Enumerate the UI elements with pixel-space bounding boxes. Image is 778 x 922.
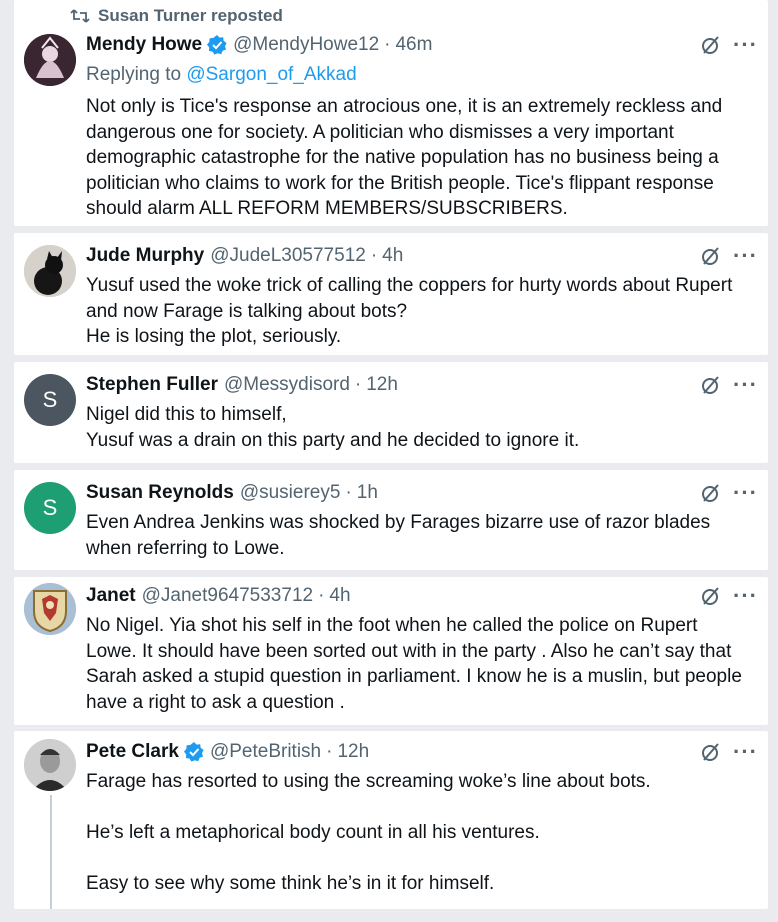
grok-icon[interactable] (701, 483, 721, 503)
repost-banner: Susan Turner reposted (70, 6, 283, 26)
post-time[interactable]: 12h (337, 741, 369, 763)
reply-to-link[interactable]: @Sargon_of_Akkad (186, 64, 356, 85)
more-options-button[interactable]: ··· (733, 245, 758, 267)
post-text: Nigel did this to himself, Yusuf was a d… (86, 404, 580, 451)
post-time[interactable]: 4h (382, 245, 403, 267)
avatar[interactable] (24, 34, 76, 86)
author-handle[interactable]: @MendyHowe12 (233, 34, 379, 56)
post-header: Stephen Fuller @Messydisord · 12h (86, 370, 398, 400)
more-options-button[interactable]: ··· (733, 374, 758, 396)
repost-icon (70, 9, 90, 23)
avatar[interactable] (24, 583, 76, 635)
post-text: Not only is Tice's response an atrocious… (86, 96, 723, 219)
reply-prefix: Replying to (86, 64, 187, 85)
post-card[interactable]: Janet @Janet9647533712 · 4h ··· No Nigel… (14, 577, 768, 725)
grok-icon[interactable] (701, 35, 721, 55)
more-options-button[interactable]: ··· (733, 585, 758, 607)
post-card[interactable]: S Susan Reynolds @susierey5 · 1h ··· Eve… (14, 470, 768, 570)
author-handle[interactable]: @JudeL30577512 (210, 245, 366, 267)
post-header: Jude Murphy @JudeL30577512 · 4h (86, 241, 403, 271)
verified-badge-icon (183, 742, 204, 762)
grok-icon[interactable] (701, 586, 721, 606)
post-actions: ··· (701, 478, 758, 508)
author-handle[interactable]: @susierey5 (240, 482, 341, 504)
separator-dot: · (370, 245, 378, 266)
post-header: Pete Clark @PeteBritish · 12h (86, 737, 369, 767)
author-name[interactable]: Jude Murphy (86, 245, 204, 267)
post-time[interactable]: 12h (366, 374, 398, 396)
more-options-button[interactable]: ··· (733, 741, 758, 763)
post-time[interactable]: 1h (357, 482, 378, 504)
portrait-avatar-icon (24, 739, 76, 791)
post-text: Yusuf used the woke trick of calling the… (86, 275, 733, 347)
post-header: Susan Reynolds @susierey5 · 1h (86, 478, 378, 508)
reply-context: Replying to @Sargon_of_Akkad (86, 64, 357, 86)
author-name[interactable]: Susan Reynolds (86, 482, 234, 504)
separator-dot: · (345, 482, 352, 503)
author-name[interactable]: Stephen Fuller (86, 374, 218, 396)
separator-dot: · (318, 585, 325, 606)
thread-line (50, 795, 52, 909)
separator-dot: · (384, 34, 391, 55)
more-options-button[interactable]: ··· (733, 34, 758, 56)
post-time[interactable]: 4h (329, 585, 350, 607)
post-text: Even Andrea Jenkins was shocked by Farag… (86, 512, 711, 559)
crest-avatar-icon (24, 583, 76, 635)
grok-icon[interactable] (701, 246, 721, 266)
post-time[interactable]: 46m (395, 34, 432, 56)
post-text: No Nigel. Yia shot his self in the foot … (86, 615, 742, 713)
avatar-art-icon (24, 34, 76, 86)
author-handle[interactable]: @PeteBritish (210, 741, 321, 763)
post-card[interactable]: S Stephen Fuller @Messydisord · 12h ··· … (14, 362, 768, 463)
avatar-letter: S (42, 387, 58, 412)
more-options-button[interactable]: ··· (733, 482, 758, 504)
grok-icon[interactable] (701, 375, 721, 395)
author-name[interactable]: Pete Clark (86, 741, 179, 763)
post-header: Janet @Janet9647533712 · 4h (86, 581, 351, 611)
post-text: Farage has resorted to using the screami… (86, 771, 651, 894)
post-card[interactable]: Pete Clark @PeteBritish · 12h ··· Farage… (14, 731, 768, 909)
separator-dot: · (326, 741, 333, 762)
repost-text: Susan Turner reposted (98, 6, 283, 25)
post-actions: ··· (701, 737, 758, 767)
cat-avatar-icon (24, 245, 76, 297)
separator-dot: · (354, 374, 362, 395)
avatar[interactable]: S (24, 482, 76, 534)
author-name[interactable]: Mendy Howe (86, 34, 202, 56)
avatar[interactable] (24, 245, 76, 297)
post-actions: ··· (701, 30, 758, 60)
author-handle[interactable]: @Messydisord (224, 374, 350, 396)
author-handle[interactable]: @Janet9647533712 (142, 585, 313, 607)
avatar[interactable]: S (24, 374, 76, 426)
verified-badge-icon (207, 35, 227, 55)
avatar-letter: S (42, 495, 58, 520)
grok-icon[interactable] (701, 742, 721, 762)
author-name[interactable]: Janet (86, 585, 136, 607)
post-header: Mendy Howe @MendyHowe12 · 46m (86, 30, 432, 60)
post-actions: ··· (701, 370, 758, 400)
avatar[interactable] (24, 739, 76, 791)
post-card[interactable]: Susan Turner reposted Mendy Howe @MendyH… (14, 0, 768, 226)
post-actions: ··· (701, 241, 758, 271)
post-actions: ··· (701, 581, 758, 611)
post-card[interactable]: Jude Murphy @JudeL30577512 · 4h ··· Yusu… (14, 233, 768, 355)
